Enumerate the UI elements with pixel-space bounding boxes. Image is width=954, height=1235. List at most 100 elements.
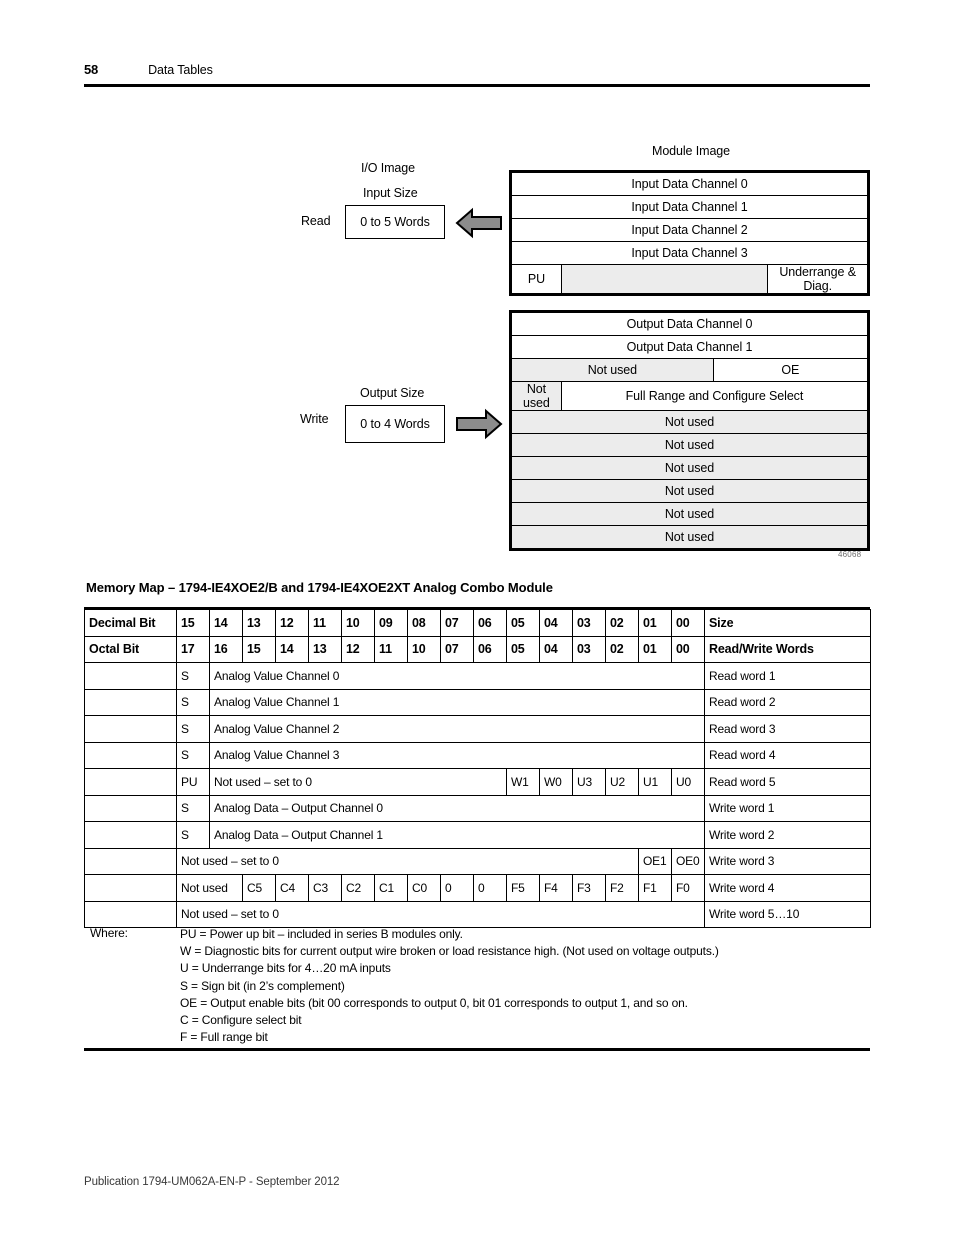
memory-map-row: PU Not used – set to 0 W1 W0 U3 U2 U1 U0 Read wo…	[84, 768, 871, 796]
output-image-cell: Not used	[511, 456, 868, 480]
bit-flag-cell: C1	[374, 874, 408, 902]
row-label-cell	[84, 874, 177, 902]
bit-flag-cell: S	[176, 821, 210, 849]
bit-number-cell: 06	[473, 609, 507, 637]
bit-number-cell: 11	[374, 635, 408, 663]
output-image-cell: Full Range and Configure Select	[560, 381, 869, 411]
output-image-cell: Output Data Channel 0	[511, 312, 868, 336]
memory-map-row: S Analog Data – Output Channel 1 Write wor…	[84, 821, 871, 849]
row-label-cell	[84, 847, 177, 875]
bit-flag-cell: S	[176, 715, 210, 743]
output-image-row: Output Data Channel 0	[511, 312, 868, 336]
bit-flag-cell: F3	[572, 874, 606, 902]
input-module-image-table: Input Data Channel 0 Input Data Channel 1…	[509, 170, 870, 296]
input-image-row: Input Data Channel 3	[511, 241, 868, 265]
where-definition-line: C = Configure select bit	[180, 1013, 302, 1028]
bit-flag-cell: OE0	[671, 847, 705, 875]
bit-number-cell: 15	[176, 609, 210, 637]
module-image-title: Module Image	[652, 144, 731, 158]
bit-number-cell: 02	[605, 609, 639, 637]
output-size-label: Output Size	[360, 386, 425, 400]
bit-flag-cell: U3	[572, 768, 606, 796]
bit-flag-cell: C5	[242, 874, 276, 902]
bit-number-cell: 11	[308, 609, 342, 637]
bit-number-cell: 15	[242, 635, 276, 663]
memory-map-row: Not used – set to 0 Write word 5…10	[84, 900, 871, 928]
memory-map-row: S Analog Value Channel 3 Read word 4	[84, 741, 871, 769]
where-definition-line: U = Underrange bits for 4…20 mA inputs	[180, 961, 391, 976]
read-write-word-cell: Read word 5	[704, 768, 871, 796]
input-image-cell: Input Data Channel 1	[511, 195, 868, 219]
read-write-word-cell: Write word 3	[704, 847, 871, 875]
bit-flag-cell: S	[176, 662, 210, 690]
bit-flag-cell: U0	[671, 768, 705, 796]
output-size-value: 0 to 4 Words	[360, 417, 430, 431]
bit-flag-cell: W0	[539, 768, 573, 796]
bit-number-cell: 01	[638, 635, 672, 663]
where-definition-line: S = Sign bit (in 2’s complement)	[180, 978, 345, 993]
where-definition-list: PU = Power up bit – included in series B…	[180, 926, 870, 1046]
bit-range-description: Analog Value Channel 3	[209, 741, 705, 769]
bit-number-cell: 10	[341, 609, 375, 637]
input-size-value: 0 to 5 Words	[360, 215, 430, 229]
output-image-cell: Not used	[511, 410, 868, 434]
bit-flag-cell: S	[176, 794, 210, 822]
where-definition-line: PU = Power up bit – included in series B…	[180, 927, 463, 941]
read-write-word-cell: Write word 5…10	[704, 900, 871, 928]
input-image-cell: Input Data Channel 2	[511, 218, 868, 242]
bit-range-description: Analog Value Channel 2	[209, 715, 705, 743]
bit-row-label: Decimal Bit	[84, 609, 177, 637]
bit-number-cell: 04	[539, 635, 573, 663]
module-image-figure: Module Image I/O Image Input Size Output…	[0, 0, 954, 559]
output-image-cell: Not used	[511, 502, 868, 526]
memory-map-row: S Analog Value Channel 0 Read word 1	[84, 662, 871, 690]
bit-flag-cell: 0	[440, 874, 474, 902]
input-image-rows: Input Data Channel 0 Input Data Channel 1…	[511, 172, 868, 294]
output-image-row: Not used	[511, 502, 868, 526]
memory-map-heading: Memory Map – 1794-IE4XOE2/B and 1794-IE4…	[86, 580, 553, 595]
output-image-row: Not used Full Range and Configure Select	[511, 381, 869, 411]
output-image-cell: Not used	[511, 433, 868, 457]
output-image-row: Not used	[511, 525, 868, 549]
bit-flag-cell: C2	[341, 874, 375, 902]
bit-flag-cell: OE1	[638, 847, 672, 875]
bit-flag-cell: S	[176, 688, 210, 716]
output-image-cell: Not used	[511, 479, 868, 503]
bit-number-cell: 08	[407, 609, 441, 637]
output-image-row: Not used	[511, 433, 868, 457]
bit-number-cell: 05	[506, 635, 540, 663]
bit-number-cell: 06	[473, 635, 507, 663]
read-write-word-cell: Read word 4	[704, 741, 871, 769]
bit-flag-cell: W1	[506, 768, 540, 796]
bit-flag-cell: F1	[638, 874, 672, 902]
bit-range-description: Analog Data – Output Channel 0	[209, 794, 705, 822]
bit-number-cell: 16	[209, 635, 243, 663]
bit-number-cell: 03	[572, 635, 606, 663]
output-image-cell: Not used	[511, 525, 868, 549]
input-image-cell: Input Data Channel 0	[511, 172, 868, 196]
bit-number-cell: 01	[638, 609, 672, 637]
row-label-cell	[84, 688, 177, 716]
input-size-box: 0 to 5 Words	[345, 205, 445, 239]
memory-map-row: S Analog Value Channel 2 Read word 3	[84, 715, 871, 743]
input-size-label: Input Size	[363, 186, 418, 200]
memory-map-row: S Analog Data – Output Channel 0 Write wor…	[84, 794, 871, 822]
bit-flag-cell: F0	[671, 874, 705, 902]
output-size-box: 0 to 4 Words	[345, 405, 445, 443]
memory-map-header-row: Octal Bit 17 16 15 14 13 12 11 10 07 06 05 04 03 02 01 0…	[84, 635, 871, 663]
memory-map-table: Decimal Bit 15 14 13 12 11 10 09 08 07 06 05 04 03 02 0…	[84, 607, 871, 928]
bit-flag-cell: U2	[605, 768, 639, 796]
bit-number-cell: 05	[506, 609, 540, 637]
bit-number-cell: 03	[572, 609, 606, 637]
bit-flag-cell: 0	[473, 874, 507, 902]
bit-number-cell: 12	[275, 609, 309, 637]
bit-number-cell: 12	[341, 635, 375, 663]
row-label-cell	[84, 794, 177, 822]
output-image-rows: Output Data Channel 0 Output Data Channel…	[511, 312, 869, 549]
output-image-row: Output Data Channel 1	[511, 335, 868, 359]
output-image-row: Not used	[511, 479, 868, 503]
memory-map-row: Not used – set to 0 OE1 OE0 Write word 3	[84, 847, 871, 875]
bit-flag-cell: PU	[176, 768, 210, 796]
input-image-row: Input Data Channel 2	[511, 218, 868, 242]
bit-flag-cell: F5	[506, 874, 540, 902]
